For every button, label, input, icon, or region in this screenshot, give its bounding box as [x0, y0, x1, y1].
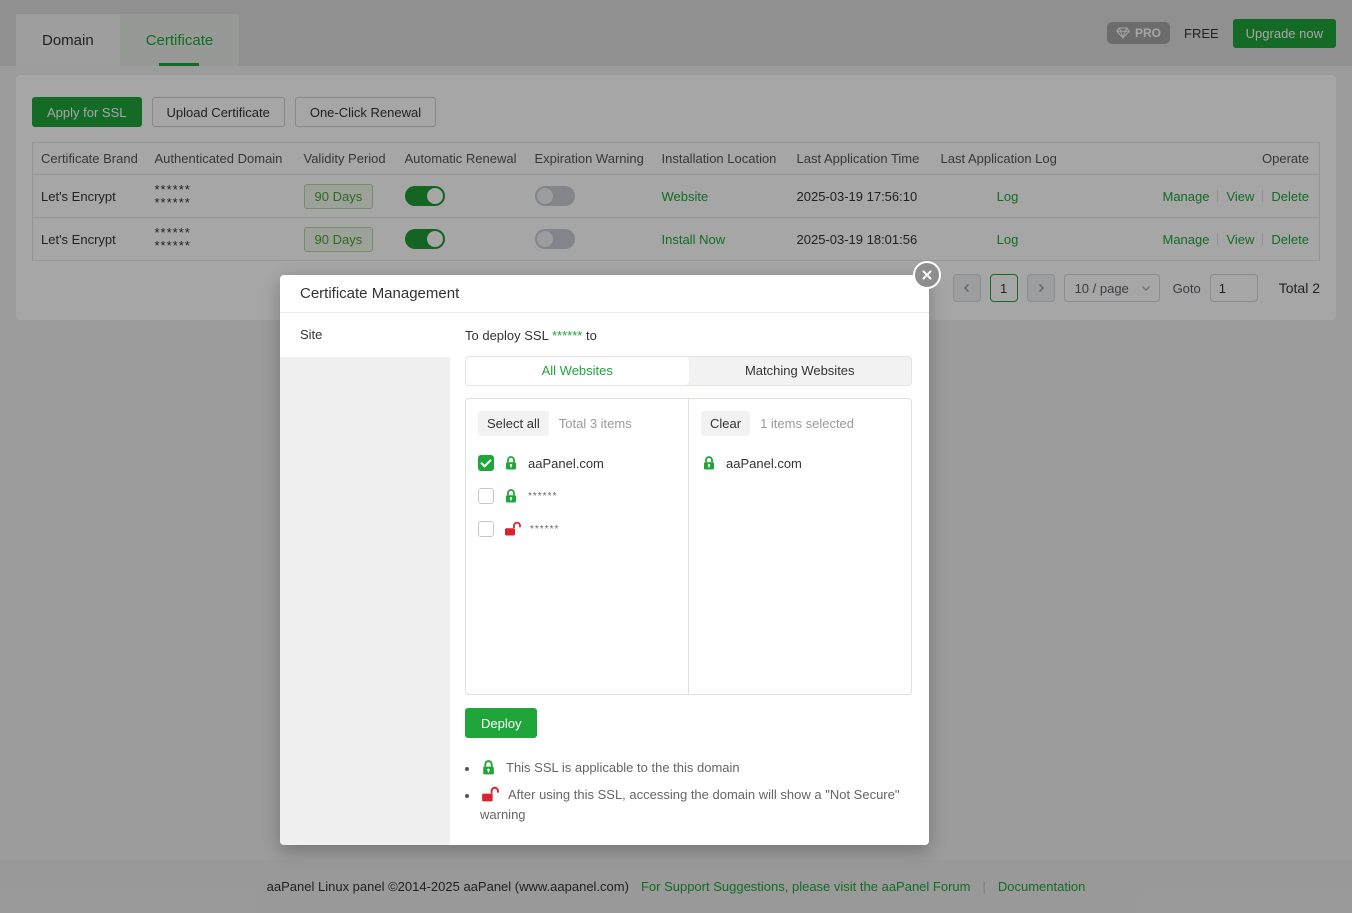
source-count: Total 3 items	[559, 416, 632, 431]
lock-closed-icon	[503, 455, 519, 471]
site-name: aaPanel.com	[528, 456, 604, 471]
site-name: aaPanel.com	[726, 456, 802, 471]
selected-count: 1 items selected	[760, 416, 854, 431]
list-item: ******	[478, 518, 676, 540]
lock-closed-icon	[503, 488, 519, 504]
lock-open-icon	[503, 521, 521, 537]
lock-closed-icon	[701, 455, 717, 471]
site-checkbox[interactable]	[478, 488, 494, 504]
note-item: This SSL is applicable to the this domai…	[465, 758, 912, 778]
note-text: After using this SSL, accessing the doma…	[480, 787, 899, 822]
target-panel: Clear 1 items selected aaPanel.com	[689, 399, 911, 694]
site-name: ******	[530, 524, 559, 535]
bullet	[465, 794, 469, 798]
list-item: ******	[478, 485, 676, 507]
list-item: aaPanel.com	[701, 452, 899, 474]
certificate-name: ******	[552, 328, 582, 343]
note-text: This SSL is applicable to the this domai…	[506, 760, 740, 775]
website-transfer-box: Select all Total 3 items aaPanel.com ***…	[465, 398, 912, 695]
deploy-line-prefix: To deploy SSL	[465, 328, 548, 343]
lock-closed-icon	[480, 759, 497, 776]
ssl-notes: This SSL is applicable to the this domai…	[465, 758, 912, 825]
site-name: ******	[528, 491, 557, 502]
deploy-line-suffix: to	[586, 328, 597, 343]
tab-all-websites[interactable]: All Websites	[466, 357, 689, 385]
bullet	[465, 767, 469, 771]
website-filter-tabs: All Websites Matching Websites	[465, 356, 912, 386]
list-item: aaPanel.com	[478, 452, 676, 474]
modal-title: Certificate Management	[280, 275, 929, 313]
tab-matching-websites[interactable]: Matching Websites	[689, 357, 912, 385]
modal-content: To deploy SSL ****** to All Websites Mat…	[450, 313, 929, 845]
modal-sidebar: Site	[280, 313, 450, 845]
note-item: After using this SSL, accessing the doma…	[465, 785, 912, 825]
close-icon[interactable]	[913, 261, 941, 289]
select-all-button[interactable]: Select all	[478, 411, 549, 436]
deploy-button[interactable]: Deploy	[465, 708, 537, 738]
sidebar-item-site[interactable]: Site	[280, 313, 450, 357]
clear-button[interactable]: Clear	[701, 411, 750, 436]
site-checkbox[interactable]	[478, 455, 494, 471]
certificate-management-modal: Certificate Management Site To deploy SS…	[280, 275, 929, 845]
lock-open-icon	[480, 786, 499, 803]
source-panel: Select all Total 3 items aaPanel.com ***…	[466, 399, 689, 694]
deploy-target-line: To deploy SSL ****** to	[465, 328, 912, 343]
site-checkbox[interactable]	[478, 521, 494, 537]
